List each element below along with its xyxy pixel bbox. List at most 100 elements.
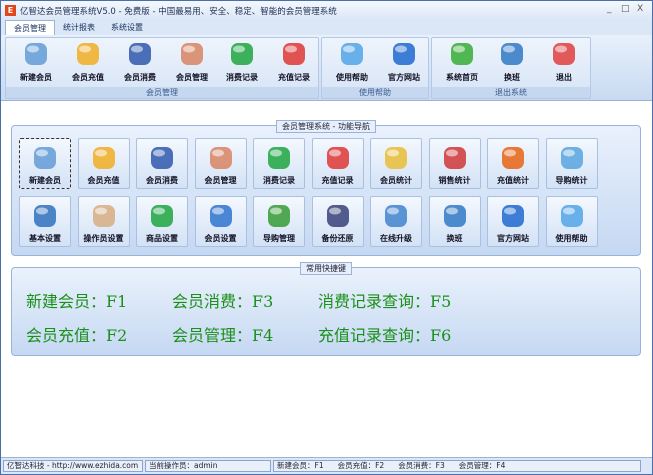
- pie-chart-icon: [381, 143, 411, 173]
- nav-button-pawn[interactable]: 会员设置: [194, 196, 247, 247]
- ribbon-button-pencil[interactable]: 会员充值: [63, 37, 113, 83]
- nav-button-bar-chart[interactable]: 导购统计: [545, 138, 598, 189]
- nav-button-operator[interactable]: 操作员设置: [77, 196, 130, 247]
- users-icon: [264, 201, 294, 231]
- status-bar: 亿智达科技 - http://www.ezhida.com 当前操作员：admi…: [1, 457, 652, 474]
- status-key: 会员充值：F2: [337, 461, 385, 470]
- button-label: 官方网站: [497, 234, 529, 243]
- nav-button-finder[interactable]: 会员消费: [136, 138, 188, 189]
- nav-button-refresh-globe[interactable]: 换班: [428, 196, 481, 247]
- ribbon-button-house[interactable]: 官方网站: [379, 37, 429, 83]
- floppy-icon: [323, 201, 353, 231]
- ribbon-button-pie-doc[interactable]: 充值记录: [269, 37, 319, 83]
- ribbon-button-finder[interactable]: 会员消费: [115, 37, 165, 83]
- nav-button-floppy[interactable]: 备份还原: [311, 196, 364, 247]
- button-label: 会员管理: [204, 176, 237, 185]
- button-label: 官方网站: [388, 73, 420, 82]
- nav-button-pie-chart[interactable]: 会员统计: [370, 138, 422, 189]
- penguin-icon: [21, 39, 51, 69]
- button-label: 会员充值: [72, 73, 104, 82]
- nav-button-monitor[interactable]: 基本设置: [19, 196, 71, 247]
- button-label: 销售统计: [438, 176, 471, 185]
- status-key: 会员消费：F3: [398, 461, 445, 470]
- operator-icon: [89, 201, 119, 231]
- help-bubble-icon: [557, 201, 587, 231]
- nav-button-globe[interactable]: 在线升级: [370, 196, 422, 247]
- button-label: 会员消费: [146, 176, 178, 185]
- ribbon-button-power[interactable]: 退出: [539, 37, 589, 83]
- maximize-button[interactable]: □: [621, 4, 630, 14]
- ribbon-button-cubes-doc[interactable]: 消费记录: [217, 37, 267, 83]
- nav-button-pencil[interactable]: 会员充值: [77, 138, 130, 189]
- nav-button-users[interactable]: 导购管理: [253, 196, 305, 247]
- shortcut-item: 会员充值：F2: [26, 326, 128, 345]
- group-label: 使用帮助: [322, 87, 428, 98]
- bar-chart-icon: [557, 143, 587, 173]
- button-label: 会员统计: [380, 176, 412, 185]
- button-label: 新建会员: [29, 176, 61, 185]
- group-label: 会员管理: [6, 87, 318, 98]
- house-icon: [498, 201, 528, 231]
- monitor-icon: [30, 201, 60, 231]
- status-key: 会员管理：F4: [458, 461, 506, 470]
- nav-button-pie-doc[interactable]: 充值记录: [311, 138, 364, 189]
- nav-button-penguin[interactable]: 新建会员: [19, 138, 71, 189]
- title-bar: E 亿智达会员管理系统V5.0 - 免费版 - 中国最易用、安全、稳定、智能的会…: [1, 1, 652, 20]
- button-label: 消费记录: [263, 176, 295, 185]
- shortcut-item: 消费记录查询：F5: [318, 292, 452, 311]
- tab-system-settings[interactable]: 系统设置: [103, 20, 151, 35]
- shortcut-panel-title: 常用快捷键: [300, 262, 352, 275]
- button-label: 操作员设置: [83, 234, 124, 243]
- refresh-globe-icon: [440, 201, 470, 231]
- pencil-icon: [73, 39, 103, 69]
- nav-panel-title: 会员管理系统 - 功能导航: [276, 120, 376, 133]
- button-label: 系统首页: [446, 73, 478, 82]
- button-label: 会员设置: [204, 234, 237, 243]
- nav-button-pie-3d[interactable]: 充值统计: [487, 138, 539, 189]
- button-label: 导购统计: [555, 176, 588, 185]
- house-icon: [389, 39, 419, 69]
- button-label: 导购管理: [263, 234, 295, 243]
- button-label: 消费记录: [226, 73, 258, 82]
- close-button[interactable]: X: [637, 4, 643, 14]
- nav-button-house[interactable]: 官方网站: [487, 196, 539, 247]
- button-label: 新建会员: [20, 73, 52, 82]
- power-icon: [549, 39, 579, 69]
- button-label: 会员管理: [176, 73, 208, 82]
- button-label: 换班: [446, 234, 463, 243]
- finder-icon: [147, 143, 177, 173]
- minimize-button[interactable]: _: [607, 4, 612, 14]
- shortcut-item: 充值记录查询：F6: [318, 326, 452, 345]
- app-window: E 亿智达会员管理系统V5.0 - 免费版 - 中国最易用、安全、稳定、智能的会…: [0, 0, 653, 475]
- ribbon-button-help-bubble[interactable]: 使用帮助: [327, 37, 377, 83]
- ribbon-button-user[interactable]: 会员管理: [167, 37, 217, 83]
- button-label: 商品设置: [146, 234, 178, 243]
- pie-doc-icon: [279, 39, 309, 69]
- button-label: 使用帮助: [336, 73, 368, 82]
- nav-button-user[interactable]: 会员管理: [194, 138, 247, 189]
- status-shortcuts: 新建会员：F1 会员充值：F2 会员消费：F3 会员管理：F4: [273, 460, 641, 472]
- ribbon-button-refresh-globe[interactable]: 换班: [487, 37, 537, 83]
- ribbon-button-penguin[interactable]: 新建会员: [11, 37, 61, 83]
- cubes-icon: [147, 201, 177, 231]
- nav-button-line-chart[interactable]: 销售统计: [428, 138, 481, 189]
- tab-statistics[interactable]: 统计报表: [55, 20, 103, 35]
- line-chart-icon: [440, 143, 470, 173]
- button-label: 在线升级: [380, 234, 412, 243]
- nav-button-cubes-doc[interactable]: 消费记录: [253, 138, 305, 189]
- button-label: 使用帮助: [555, 234, 588, 243]
- shortcut-panel: 常用快捷键 新建会员：F1 会员消费：F3 消费记录查询：F5 会员充值：F2 …: [11, 262, 641, 356]
- button-label: 退出: [556, 73, 572, 82]
- tab-member-management[interactable]: 会员管理: [5, 20, 55, 35]
- nav-button-cubes[interactable]: 商品设置: [136, 196, 188, 247]
- ribbon-button-monitor-globe[interactable]: 系统首页: [437, 37, 487, 83]
- status-operator: 当前操作员：admin: [145, 460, 271, 472]
- button-label: 会员充值: [87, 176, 120, 185]
- finder-icon: [125, 39, 155, 69]
- user-icon: [206, 143, 236, 173]
- nav-button-help-bubble[interactable]: 使用帮助: [545, 196, 598, 247]
- monitor-globe-icon: [447, 39, 477, 69]
- pie-doc-icon: [323, 143, 353, 173]
- group-label: 退出系统: [432, 87, 590, 98]
- pencil-icon: [89, 143, 119, 173]
